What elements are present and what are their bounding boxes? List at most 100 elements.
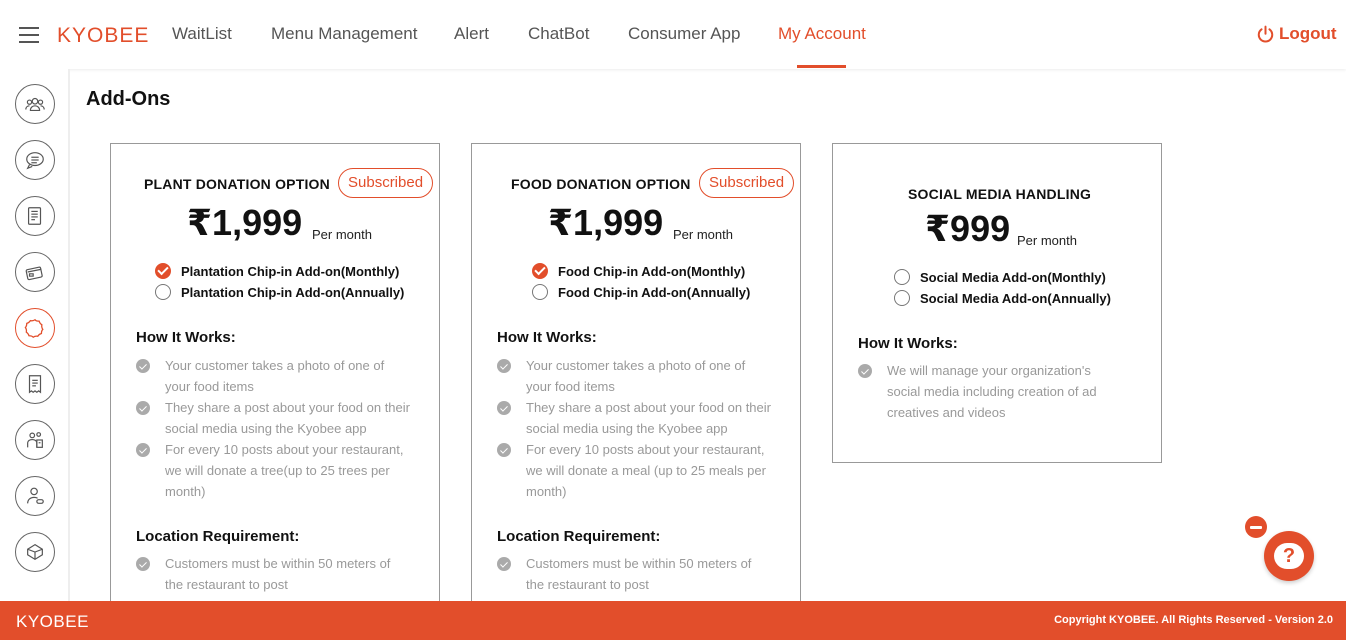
how-it-works-heading: How It Works:: [136, 329, 236, 346]
location-requirement-heading: Location Requirement:: [136, 528, 300, 545]
footer-copyright: Copyright KYOBEE. All Rights Reserved - …: [1054, 614, 1333, 626]
radio-checked-icon[interactable]: [155, 263, 171, 279]
option-label: Plantation Chip-in Add-on(Annually): [181, 284, 405, 300]
subscribed-badge: Subscribed: [338, 168, 434, 198]
addon-card-social-media: SOCIAL MEDIA HANDLING ₹999 Per month Soc…: [832, 143, 1162, 463]
list-item: Customers must be within 50 meters of th…: [497, 553, 777, 595]
price: ₹1,999: [187, 202, 303, 243]
sidebar-item-gem[interactable]: [15, 532, 55, 572]
brand-logo[interactable]: KYOBEE: [57, 24, 149, 48]
sidebar-item-chat[interactable]: [15, 140, 55, 180]
option-monthly[interactable]: Plantation Chip-in Add-on(Monthly): [155, 263, 399, 279]
group-icon: [25, 97, 45, 112]
nav-my-account[interactable]: My Account: [778, 24, 866, 44]
top-navbar: KYOBEE WaitList Menu Management Alert Ch…: [0, 0, 1346, 69]
chat-lines-icon: [26, 152, 44, 170]
minimize-chat-icon[interactable]: [1245, 516, 1267, 538]
option-monthly[interactable]: Food Chip-in Add-on(Monthly): [532, 263, 745, 279]
location-requirement-heading: Location Requirement:: [497, 528, 661, 545]
option-annually[interactable]: Food Chip-in Add-on(Annually): [532, 284, 750, 300]
sidebar-item-addons[interactable]: [15, 308, 55, 348]
check-circle-icon: [858, 364, 872, 378]
bullet-text: For every 10 posts about your restaurant…: [165, 442, 404, 499]
sidebar-item-receipt[interactable]: [15, 364, 55, 404]
option-monthly[interactable]: Social Media Add-on(Monthly): [894, 269, 1106, 285]
list-item: For every 10 posts about your restaurant…: [136, 439, 416, 502]
list-item: We will manage your organization's socia…: [858, 360, 1138, 423]
option-label: Food Chip-in Add-on(Annually): [558, 284, 751, 300]
bullet-text: Customers must be within 50 meters of th…: [165, 556, 391, 592]
addon-card-food: FOOD DONATION OPTION Subscribed ₹1,999 P…: [471, 143, 801, 613]
receipt-icon: [28, 375, 42, 394]
radio-icon[interactable]: [532, 284, 548, 300]
option-annually[interactable]: Plantation Chip-in Add-on(Annually): [155, 284, 404, 300]
card-title: SOCIAL MEDIA HANDLING: [908, 186, 1092, 202]
check-circle-icon: [497, 557, 511, 571]
card-icon: [25, 266, 43, 281]
nav-consumer-app[interactable]: Consumer App: [628, 24, 740, 44]
flower-badge-icon: [24, 318, 44, 338]
list-item: Customers must be within 50 meters of th…: [136, 553, 416, 595]
footer-brand: KYOBEE: [16, 612, 89, 631]
subscribed-badge: Subscribed: [699, 168, 795, 198]
check-circle-icon: [497, 443, 511, 457]
sidebar-item-group[interactable]: [15, 84, 55, 124]
how-it-works-heading: How It Works:: [497, 329, 597, 346]
option-annually[interactable]: Social Media Add-on(Annually): [894, 290, 1111, 306]
footer: KYOBEE Copyright KYOBEE. All Rights Rese…: [0, 601, 1346, 640]
list-item: They share a post about your food on the…: [497, 397, 777, 439]
hamburger-menu-icon[interactable]: [19, 27, 39, 43]
bullet-text: We will manage your organization's socia…: [887, 363, 1097, 420]
radio-checked-icon[interactable]: [532, 263, 548, 279]
logout-button[interactable]: Logout: [1256, 24, 1337, 44]
check-circle-icon: [136, 557, 150, 571]
nav-menu-management[interactable]: Menu Management: [271, 24, 417, 44]
question-bubble-icon: ?: [1274, 543, 1304, 569]
user-link-icon: [27, 487, 44, 504]
sidebar-item-card[interactable]: [15, 252, 55, 292]
bullet-text: They share a post about your food on the…: [165, 400, 410, 436]
nav-chatbot[interactable]: ChatBot: [528, 24, 589, 44]
list-item: Your customer takes a photo of one of yo…: [497, 355, 777, 397]
sidebar-item-user-link[interactable]: [15, 476, 55, 516]
power-icon: [1257, 25, 1274, 43]
how-it-works-heading: How It Works:: [858, 335, 958, 352]
check-circle-icon: [136, 401, 150, 415]
card-title: FOOD DONATION OPTION: [511, 176, 691, 192]
radio-icon[interactable]: [894, 269, 910, 285]
radio-icon[interactable]: [894, 290, 910, 306]
help-chat-button[interactable]: ?: [1264, 531, 1314, 581]
price-period: Per month: [312, 227, 372, 242]
list-item: They share a post about your food on the…: [136, 397, 416, 439]
price-period: Per month: [673, 227, 733, 242]
price-period: Per month: [1017, 233, 1077, 248]
check-circle-icon: [136, 443, 150, 457]
logout-label: Logout: [1279, 24, 1337, 43]
nav-alert[interactable]: Alert: [454, 24, 489, 44]
nav-waitlist[interactable]: WaitList: [172, 24, 232, 44]
bullet-text: For every 10 posts about your restaurant…: [526, 442, 766, 499]
list-item: For every 10 posts about your restaurant…: [497, 439, 777, 502]
active-nav-underline: [797, 65, 846, 68]
bullet-text: Your customer takes a photo of one of yo…: [526, 358, 746, 394]
sidebar-item-document[interactable]: [15, 196, 55, 236]
people-building-icon: [27, 432, 43, 448]
bullet-text: Customers must be within 50 meters of th…: [526, 556, 752, 592]
check-circle-icon: [497, 359, 511, 373]
sidebar: [0, 69, 70, 601]
addon-card-plant: PLANT DONATION OPTION Subscribed ₹1,999 …: [110, 143, 440, 613]
gem-icon: [27, 543, 43, 561]
radio-icon[interactable]: [155, 284, 171, 300]
chat-widget: ?: [1245, 516, 1325, 586]
check-circle-icon: [136, 359, 150, 373]
card-title: PLANT DONATION OPTION: [144, 176, 330, 192]
check-circle-icon: [497, 401, 511, 415]
price: ₹999: [925, 208, 1011, 249]
price: ₹1,999: [548, 202, 664, 243]
list-item: Your customer takes a photo of one of yo…: [136, 355, 416, 397]
bullet-text: They share a post about your food on the…: [526, 400, 771, 436]
option-label: Plantation Chip-in Add-on(Monthly): [181, 263, 400, 279]
option-label: Social Media Add-on(Annually): [920, 290, 1111, 306]
option-label: Social Media Add-on(Monthly): [920, 269, 1106, 285]
sidebar-item-people[interactable]: [15, 420, 55, 460]
